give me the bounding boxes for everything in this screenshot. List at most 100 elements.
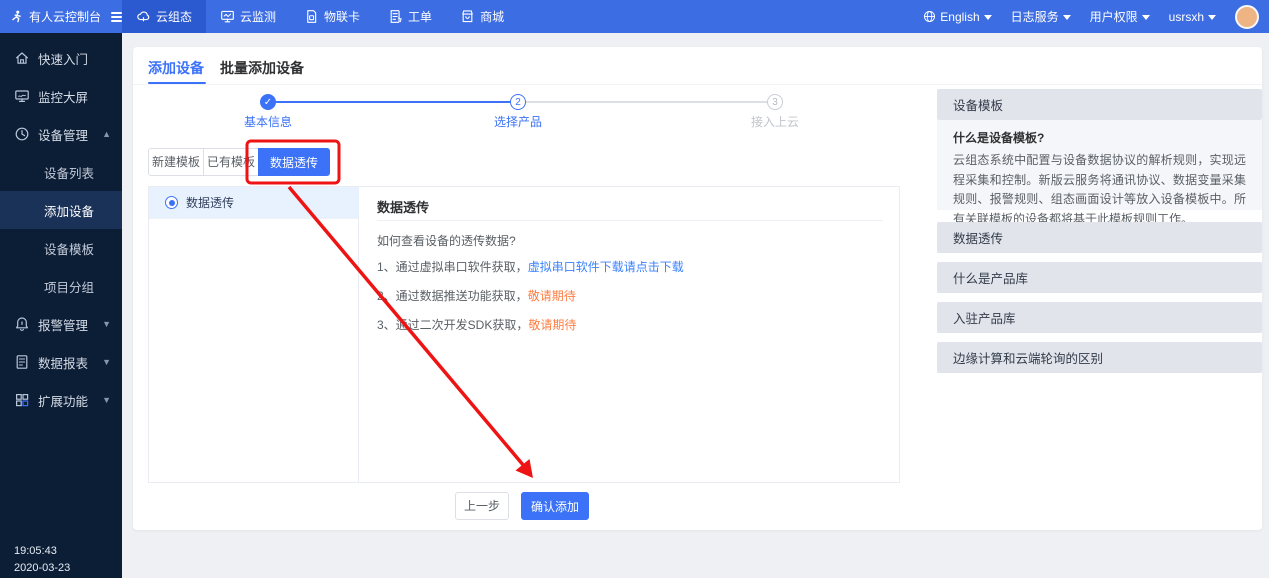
- tabs-divider: [133, 84, 1262, 85]
- sidebar-item-label: 监控大屏: [38, 87, 88, 106]
- chevron-down-icon: [984, 15, 992, 20]
- sidebar-item-alarm-management[interactable]: 报警管理 ▼: [0, 305, 122, 343]
- sidebar-item-extensions[interactable]: 扩展功能 ▼: [0, 381, 122, 419]
- topnav-item-cloud-config[interactable]: 云组态: [122, 0, 206, 33]
- chevron-down-icon: [1063, 15, 1071, 20]
- sidebar-item-label: 数据报表: [38, 353, 88, 372]
- topnav-item-cloud-monitor[interactable]: 云监测: [206, 0, 290, 33]
- faq-item-device-template[interactable]: 设备模板: [937, 89, 1262, 120]
- coming-soon-text: 敬请期待: [528, 318, 576, 332]
- topnav-item-mall[interactable]: 商城: [446, 0, 518, 33]
- sidebar-item-quick-start[interactable]: 快速入门: [0, 39, 122, 77]
- panel-item-text: 1、通过虚拟串口软件获取，: [377, 260, 528, 274]
- panel-item-2: 2、通过数据推送功能获取，敬请期待: [377, 287, 576, 304]
- chevron-down-icon: ▼: [102, 319, 111, 329]
- log-service-menu[interactable]: 日志服务: [1011, 8, 1071, 25]
- sidebar-item-label: 添加设备: [44, 201, 94, 220]
- faq-item-data-passthrough[interactable]: 数据透传: [937, 222, 1262, 253]
- topnav-item-iot-card[interactable]: 物联卡: [290, 0, 374, 33]
- extensions-grid-icon: [14, 392, 30, 408]
- sim-card-icon: [304, 9, 319, 24]
- coming-soon-text: 敬请期待: [528, 289, 576, 303]
- previous-step-button[interactable]: 上一步: [455, 492, 509, 520]
- topnav-label: 云组态: [156, 8, 192, 25]
- sidebar-item-label: 设备列表: [44, 163, 94, 182]
- username-label: usrsxh: [1169, 10, 1204, 24]
- sidebar-item-label: 扩展功能: [38, 391, 88, 410]
- sidebar-item-project-group[interactable]: 项目分组: [0, 267, 122, 305]
- language-label: English: [940, 10, 979, 24]
- top-navigation-bar: 有人云控制台 云组态 云监测 物联卡: [0, 0, 1269, 33]
- panel-item-text: 2、通过数据推送功能获取，: [377, 289, 528, 303]
- sidebar-item-label: 项目分组: [44, 277, 94, 296]
- faq-item-join-product-library[interactable]: 入驻产品库: [937, 302, 1262, 333]
- username-menu[interactable]: usrsxh: [1169, 10, 1216, 24]
- step-2-circle: 2: [510, 94, 526, 110]
- brand-title: 有人云控制台: [29, 8, 101, 25]
- list-item-passthrough[interactable]: 数据透传: [149, 187, 359, 219]
- clock-date: 2020-03-23: [14, 562, 70, 574]
- topnav-label: 物联卡: [324, 8, 360, 25]
- template-button-passthrough[interactable]: 数据透传: [258, 148, 330, 176]
- sidebar-item-add-device[interactable]: 添加设备: [0, 191, 122, 229]
- sidebar-item-device-template[interactable]: 设备模板: [0, 229, 122, 267]
- topnav-label: 商城: [480, 8, 504, 25]
- chevron-down-icon: ▼: [102, 395, 111, 405]
- topnav-item-work-order[interactable]: 工单: [374, 0, 446, 33]
- screen-icon: [14, 88, 30, 104]
- panel-item-text: 3、通过二次开发SDK获取，: [377, 318, 528, 332]
- download-link[interactable]: 虚拟串口软件下载请点击下载: [528, 260, 684, 274]
- chevron-up-icon: ▲: [102, 129, 111, 139]
- radio-selected-icon[interactable]: [165, 196, 178, 209]
- sidebar-item-data-report[interactable]: 数据报表 ▼: [0, 343, 122, 381]
- step-3-label: 接入上云: [730, 113, 820, 130]
- step-1-label: 基本信息: [223, 113, 313, 130]
- device-management-icon: [14, 126, 30, 142]
- selection-box: 数据透传 数据透传 如何查看设备的透传数据? 1、通过虚拟串口软件获取，虚拟串口…: [148, 186, 900, 483]
- faq-item-edge-vs-cloud-polling[interactable]: 边缘计算和云端轮询的区别: [937, 342, 1262, 373]
- language-menu[interactable]: English: [923, 10, 991, 24]
- report-icon: [14, 354, 30, 370]
- home-icon: [14, 50, 30, 66]
- sidebar-item-device-list[interactable]: 设备列表: [0, 153, 122, 191]
- faq-question: 什么是设备模板?: [953, 129, 1246, 146]
- tab-add-device[interactable]: 添加设备: [148, 58, 204, 78]
- template-button-new[interactable]: 新建模板: [148, 148, 204, 176]
- clock-time: 19:05:43: [14, 545, 57, 557]
- chevron-down-icon: [1142, 15, 1150, 20]
- sidebar-item-label: 快速入门: [38, 49, 88, 68]
- tab-batch-add-device[interactable]: 批量添加设备: [220, 58, 304, 78]
- user-permission-menu[interactable]: 用户权限: [1090, 8, 1150, 25]
- stepper-line-done: [276, 101, 510, 103]
- log-service-label: 日志服务: [1011, 8, 1059, 25]
- template-button-existing[interactable]: 已有模板: [203, 148, 259, 176]
- panel-item-1: 1、通过虚拟串口软件获取，虚拟串口软件下载请点击下载: [377, 258, 684, 275]
- radio-label: 数据透传: [186, 194, 234, 211]
- stepper-line-pending: [526, 101, 767, 103]
- sidebar-item-label: 设备管理: [38, 125, 88, 144]
- brand: 有人云控制台: [0, 8, 122, 25]
- globe-icon: [923, 10, 936, 23]
- sidebar-item-device-management[interactable]: 设备管理 ▲: [0, 115, 122, 153]
- confirm-add-button[interactable]: 确认添加: [521, 492, 589, 520]
- topbar-right: English 日志服务 用户权限 usrsxh: [923, 5, 1269, 29]
- panel-item-3: 3、通过二次开发SDK获取，敬请期待: [377, 316, 576, 333]
- work-order-icon: [388, 9, 403, 24]
- sidebar-item-label: 报警管理: [38, 315, 88, 334]
- brand-logo-icon: [10, 8, 23, 25]
- faq-answer: 云组态系统中配置与设备数据协议的解析规则，实现远程采集和控制。新版云服务将通讯协…: [953, 151, 1246, 229]
- monitor-icon: [220, 9, 235, 24]
- menu-toggle-icon[interactable]: [111, 12, 122, 22]
- panel-divider: [377, 220, 883, 221]
- step-1-circle: ✓: [260, 94, 276, 110]
- faq-item-what-is-product-library[interactable]: 什么是产品库: [937, 262, 1262, 293]
- mall-icon: [460, 9, 475, 24]
- sidebar-item-monitor-screen[interactable]: 监控大屏: [0, 77, 122, 115]
- alarm-bell-icon: [14, 316, 30, 332]
- avatar[interactable]: [1235, 5, 1259, 29]
- step-3-circle: 3: [767, 94, 783, 110]
- panel-title: 数据透传: [377, 197, 429, 216]
- chevron-down-icon: ▼: [102, 357, 111, 367]
- panel-question: 如何查看设备的透传数据?: [377, 232, 516, 249]
- topnav-label: 云监测: [240, 8, 276, 25]
